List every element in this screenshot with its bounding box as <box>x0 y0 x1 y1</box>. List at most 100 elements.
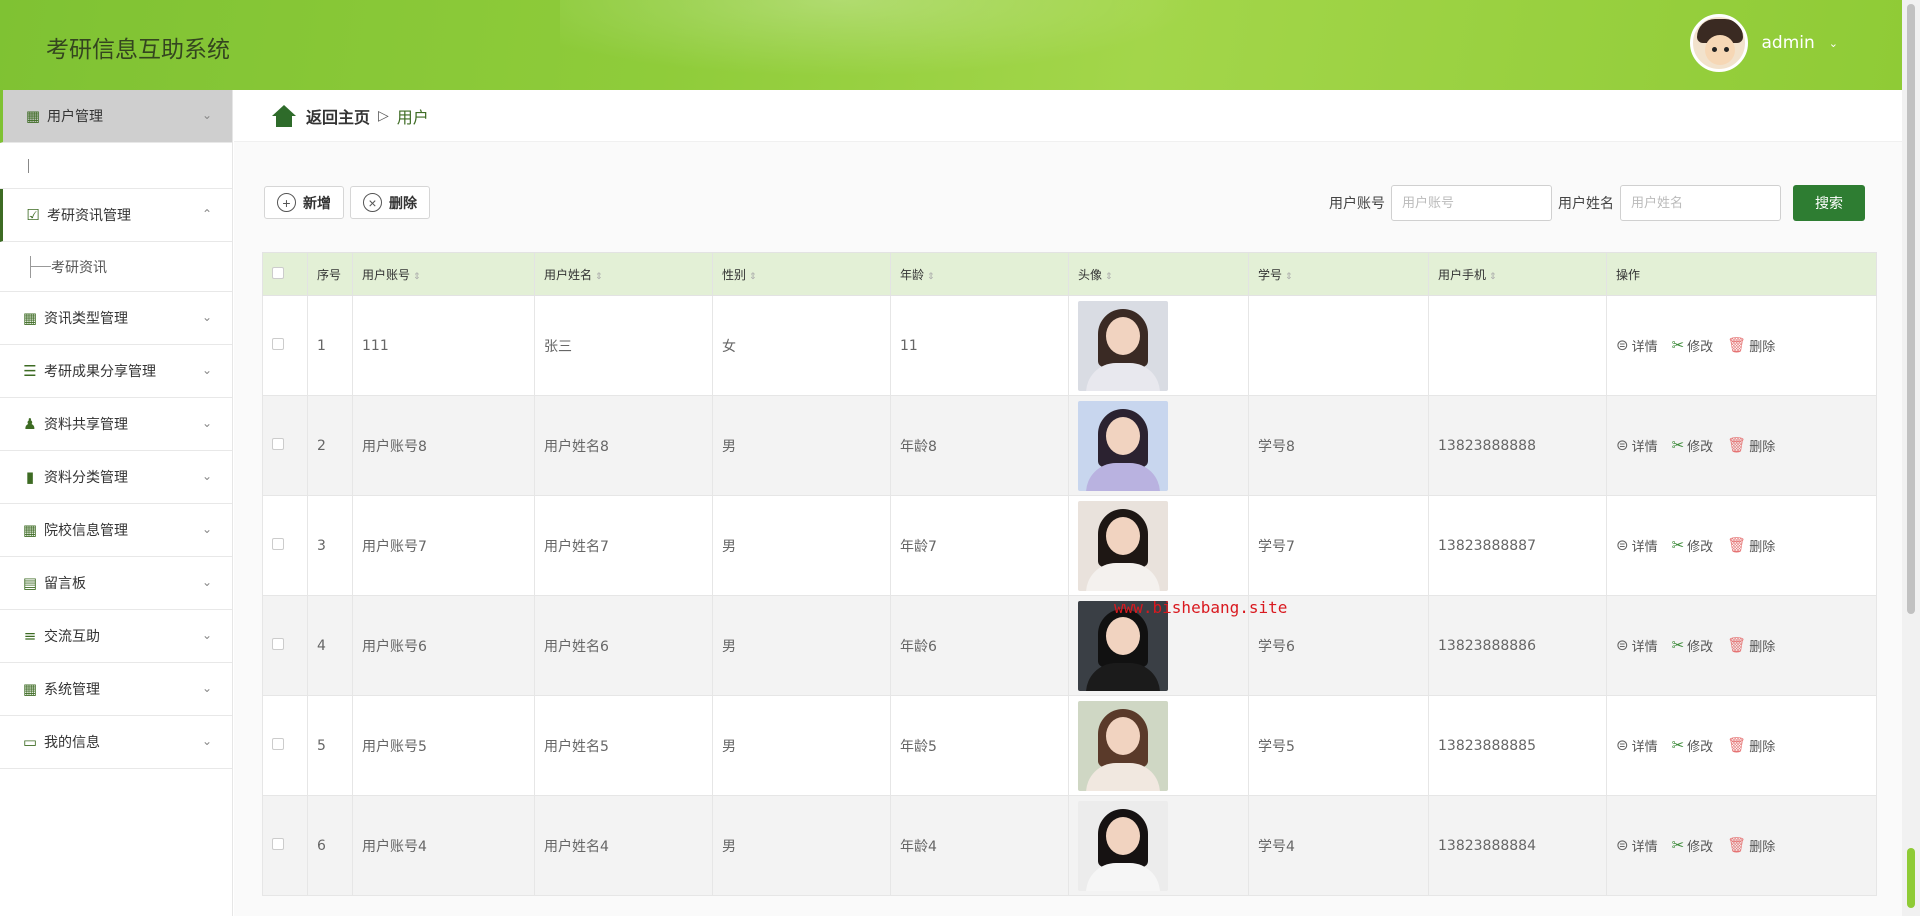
cell-avatar <box>1068 295 1249 396</box>
row-select-cell[interactable] <box>262 695 308 796</box>
delete-button[interactable]: 🗑 删除 <box>1727 536 1775 556</box>
sort-icon[interactable]: ⇕ <box>1285 272 1293 282</box>
add-button[interactable]: + 新增 <box>264 186 344 219</box>
sort-icon[interactable]: ⇕ <box>1105 272 1113 282</box>
sidebar-item-news-type[interactable]: ▦ 资讯类型管理 ⌄ <box>0 292 232 345</box>
sidebar-item-exchange[interactable]: ≡ 交流互助 ⌄ <box>0 610 232 663</box>
row-select-cell[interactable] <box>262 595 308 696</box>
sidebar-item-results-share[interactable]: ☰ 考研成果分享管理 ⌄ <box>0 345 232 398</box>
search-button[interactable]: 搜索 <box>1793 185 1865 221</box>
sidebar-item-label: 交流互助 <box>44 629 100 645</box>
page-scrollbar[interactable] <box>1902 0 1920 916</box>
detail-button[interactable]: ⊜ 详情 <box>1616 836 1658 856</box>
edit-icon: ✂ <box>1671 836 1685 854</box>
scrollbar-thumb[interactable] <box>1907 4 1915 614</box>
sort-icon[interactable]: ⇕ <box>595 272 603 282</box>
delete-button[interactable]: 🗑 删除 <box>1727 636 1775 656</box>
cell-account: 用户账号5 <box>352 695 535 796</box>
cell-actions: ⊜ 详情 ✂ 修改 🗑 删除 <box>1606 795 1877 896</box>
account-search-input[interactable] <box>1391 185 1552 221</box>
sort-icon[interactable]: ⇕ <box>749 272 757 282</box>
sidebar-item-user-management[interactable]: ▦ 用户管理 ⌄ <box>0 90 232 143</box>
sort-icon[interactable]: ⇕ <box>1489 272 1497 282</box>
breadcrumb-home-link[interactable]: 返回主页 <box>306 104 370 128</box>
cell-phone: 13823888885 <box>1428 695 1607 796</box>
column-header-age[interactable]: 年龄 ⇕ <box>890 252 1069 296</box>
edit-button[interactable]: ✂ 修改 <box>1672 736 1714 756</box>
column-header-phone[interactable]: 用户手机 ⇕ <box>1428 252 1607 296</box>
edit-button[interactable]: ✂ 修改 <box>1672 336 1714 356</box>
avatar-photo[interactable] <box>1078 300 1168 391</box>
sidebar-subitem-label[interactable]: 考研资讯 <box>51 257 107 277</box>
row-checkbox[interactable] <box>272 337 284 350</box>
name-search-input[interactable] <box>1620 185 1781 221</box>
row-select-cell[interactable] <box>262 495 308 596</box>
sort-icon[interactable]: ⇕ <box>927 272 935 282</box>
sort-icon[interactable]: ⇕ <box>413 272 421 282</box>
chevron-down-icon[interactable]: ⌄ <box>1829 37 1838 50</box>
row-select-cell[interactable] <box>262 395 308 496</box>
delete-button[interactable]: 🗑 删除 <box>1727 336 1775 356</box>
top-header: 考研信息互助系统 admin ⌄ <box>0 0 1902 90</box>
edit-button[interactable]: ✂ 修改 <box>1672 536 1714 556</box>
row-checkbox[interactable] <box>272 637 284 650</box>
cell-gender: 男 <box>712 795 891 896</box>
delete-button[interactable]: 🗑 删除 <box>1727 836 1775 856</box>
sidebar-item-system[interactable]: ▦ 系统管理 ⌄ <box>0 663 232 716</box>
column-header-avatar[interactable]: 头像 ⇕ <box>1068 252 1249 296</box>
sidebar-item-label: 系统管理 <box>44 682 100 698</box>
cell-age: 年龄8 <box>890 395 1069 496</box>
cell-index: 1 <box>307 295 353 396</box>
row-checkbox[interactable] <box>272 537 284 550</box>
edit-button[interactable]: ✂ 修改 <box>1671 836 1714 856</box>
cell-account: 用户账号8 <box>352 395 535 496</box>
user-name[interactable]: admin <box>1762 33 1815 53</box>
chevron-down-icon: ⌄ <box>201 310 212 324</box>
cell-phone: 13823888886 <box>1428 595 1607 696</box>
delete-button[interactable]: 🗑 删除 <box>1727 436 1775 456</box>
column-header-student-id[interactable]: 学号 ⇕ <box>1248 252 1429 296</box>
avatar-photo[interactable] <box>1078 500 1168 591</box>
column-header-account[interactable]: 用户账号 ⇕ <box>352 252 535 296</box>
avatar-photo[interactable] <box>1078 800 1168 891</box>
home-icon[interactable] <box>272 104 296 127</box>
detail-button[interactable]: ⊜ 详情 <box>1616 536 1658 556</box>
row-checkbox[interactable] <box>272 837 284 850</box>
detail-button[interactable]: ⊜ 详情 <box>1616 436 1658 456</box>
user-menu[interactable]: admin ⌄ <box>1689 14 1838 72</box>
row-checkbox[interactable] <box>272 437 284 450</box>
delete-label: 删除 <box>1749 740 1776 755</box>
avatar-photo[interactable] <box>1078 400 1168 491</box>
edit-button[interactable]: ✂ 修改 <box>1672 636 1714 656</box>
delete-button[interactable]: 🗑 删除 <box>1727 736 1776 756</box>
sidebar-item-my-info[interactable]: ▭ 我的信息 ⌄ <box>0 716 232 769</box>
avatar-photo[interactable] <box>1078 700 1168 791</box>
detail-label: 详情 <box>1631 540 1658 555</box>
cell-index: 3 <box>307 495 353 596</box>
detail-button[interactable]: ⊜ 详情 <box>1616 636 1658 656</box>
detail-button[interactable]: ⊜ 详情 <box>1616 736 1658 756</box>
select-all-checkbox[interactable] <box>272 266 284 279</box>
chevron-down-icon: ⌄ <box>201 522 212 536</box>
sidebar-subitem-news[interactable]: 考研资讯 <box>0 242 232 292</box>
sidebar-item-school-info[interactable]: ▦ 院校信息管理 ⌄ <box>0 504 232 557</box>
detail-icon: ⊜ <box>1616 736 1629 754</box>
column-header-gender[interactable]: 性别 ⇕ <box>712 252 891 296</box>
edit-button[interactable]: ✂ 修改 <box>1672 436 1714 456</box>
user-avatar[interactable] <box>1689 14 1748 72</box>
cell-avatar <box>1068 695 1249 796</box>
sidebar-item-material-category[interactable]: ▮ 资料分类管理 ⌄ <box>0 451 232 504</box>
sidebar-item-material-share[interactable]: ♟ 资料共享管理 ⌄ <box>0 398 232 451</box>
cell-actions: ⊜ 详情 ✂ 修改 🗑 删除 <box>1606 695 1877 796</box>
cell-age: 年龄4 <box>890 795 1069 896</box>
sidebar-item-news-management[interactable]: ☑ 考研资讯管理 ⌃ <box>0 189 232 242</box>
cell-actions: ⊜ 详情 ✂ 修改 🗑 删除 <box>1606 495 1877 596</box>
select-all-cell[interactable] <box>262 252 308 296</box>
row-select-cell[interactable] <box>262 795 308 896</box>
column-header-name[interactable]: 用户姓名 ⇕ <box>534 252 713 296</box>
detail-button[interactable]: ⊜ 详情 <box>1616 336 1658 356</box>
row-checkbox[interactable] <box>272 737 284 750</box>
batch-delete-button[interactable]: × 删除 <box>350 186 430 219</box>
sidebar-item-message-board[interactable]: ▤ 留言板 ⌄ <box>0 557 232 610</box>
row-select-cell[interactable] <box>262 295 308 396</box>
